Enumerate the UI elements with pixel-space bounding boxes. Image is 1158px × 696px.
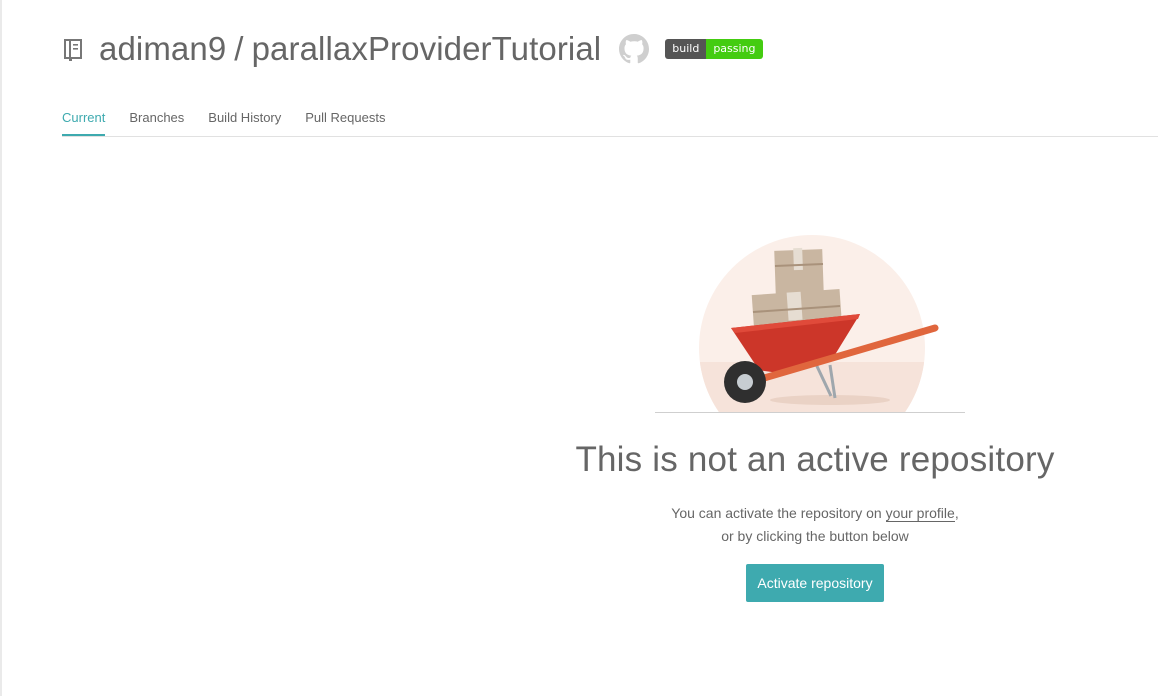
tab-branches[interactable]: Branches [129,108,184,135]
left-border [0,0,2,696]
tab-build-history[interactable]: Build History [208,108,281,135]
repo-tabs: Current Branches Build History Pull Requ… [62,108,1158,137]
tab-current[interactable]: Current [62,108,106,136]
desc-prefix: You can activate the repository on [671,505,886,521]
tab-pull-requests[interactable]: Pull Requests [305,108,385,135]
wheelbarrow-illustration [655,235,965,413]
build-status-badge[interactable]: build passing [665,39,763,59]
badge-status: passing [706,39,763,59]
repo-book-icon [62,35,86,63]
empty-state-description: You can activate the repository on your … [560,502,1070,548]
your-profile-link[interactable]: your profile [885,505,955,522]
empty-state: This is not an active repository You can… [560,230,1070,602]
github-icon[interactable] [618,33,650,65]
repo-header: adiman9/parallaxProviderTutorial build p… [62,26,763,72]
activate-repository-button[interactable]: Activate repository [746,564,884,602]
repo-separator: / [234,30,244,67]
desc-comma: , [954,505,959,521]
badge-label: build [665,39,707,59]
empty-state-headline: This is not an active repository [575,440,1055,479]
repo-name[interactable]: parallaxProviderTutorial [252,30,602,67]
repo-owner[interactable]: adiman9 [99,30,226,67]
repo-title: adiman9/parallaxProviderTutorial [99,30,601,68]
desc-line2: or by clicking the button below [721,528,909,544]
